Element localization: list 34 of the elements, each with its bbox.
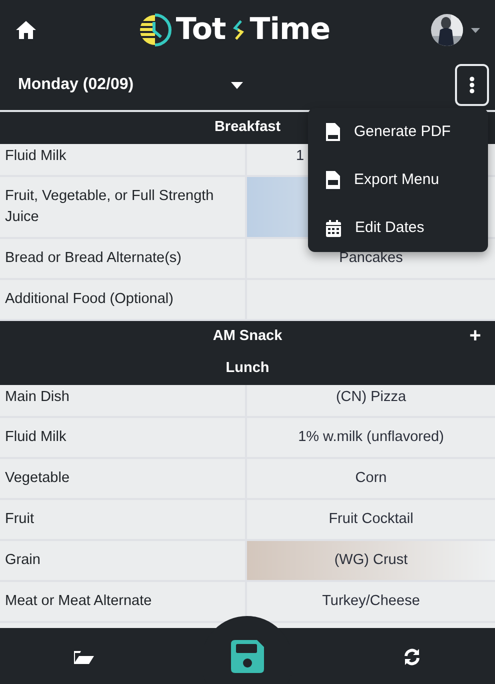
meal-title: AM Snack	[212, 327, 282, 346]
caret-icon	[231, 82, 243, 88]
day-dropdown[interactable]: Monday (02/09)	[18, 65, 243, 105]
pdf-file-icon	[326, 123, 340, 141]
component-cell: Bread or Bread Alternate(s)	[0, 239, 247, 278]
logo-text: Time	[250, 15, 330, 45]
calendar-icon	[326, 220, 341, 236]
csv-file-icon	[326, 171, 340, 189]
more-icon	[469, 76, 475, 94]
logo-text: Tot	[176, 15, 226, 45]
home-icon[interactable]	[15, 20, 37, 40]
component-cell: Fluid Milk	[0, 418, 247, 457]
meal-title: Breakfast	[214, 118, 281, 138]
menu-item[interactable]: Edit Dates	[308, 204, 488, 252]
menu-item[interactable]: Export Menu	[308, 156, 488, 204]
component-cell: Fruit	[0, 500, 247, 539]
food-cell[interactable]: Turkey/Cheese	[247, 582, 495, 621]
menu-item[interactable]: Generate PDF	[308, 108, 488, 156]
bolt-icon	[232, 20, 244, 40]
component-cell: Fluid Milk	[0, 144, 247, 175]
food-cell[interactable]: Fruit Cocktail	[247, 500, 495, 539]
caret-icon[interactable]	[470, 28, 480, 32]
component-cell: Vegetable	[0, 459, 247, 498]
food-cell[interactable]: 1% w.milk (unflavored)	[247, 418, 495, 457]
component-cell: Additional Food (Optional)	[0, 280, 247, 319]
refresh-icon[interactable]	[403, 648, 421, 666]
meal-title: Lunch	[226, 359, 270, 378]
component-cell: Main Dish	[0, 385, 247, 416]
food-cell[interactable]: Corn	[247, 459, 495, 498]
more-options-button[interactable]	[455, 64, 489, 106]
clock-icon	[138, 13, 172, 47]
food-cell[interactable]: (CN) Pizza	[247, 385, 495, 416]
add-button[interactable]: +	[467, 324, 483, 348]
folder-icon[interactable]	[74, 650, 95, 664]
